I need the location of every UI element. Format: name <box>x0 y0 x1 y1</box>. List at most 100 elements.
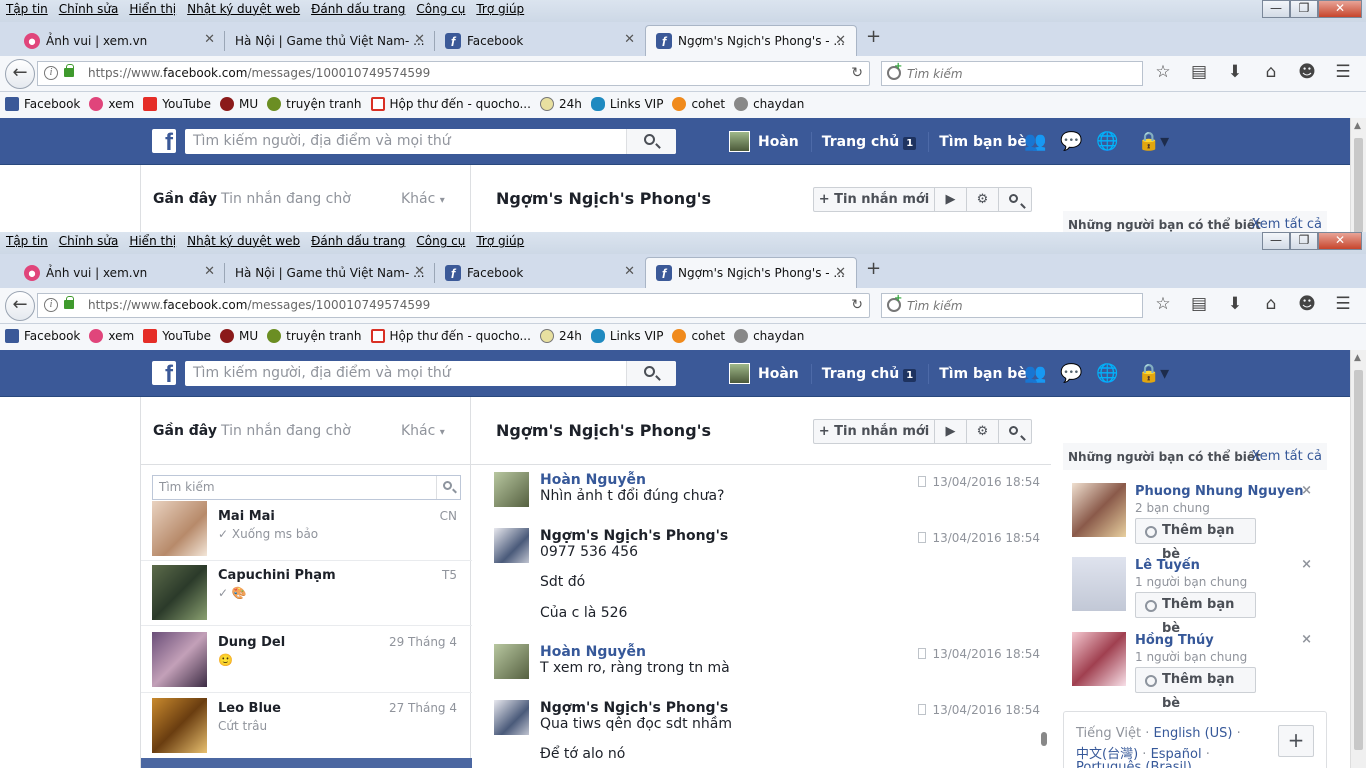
close-tab-icon[interactable]: ✕ <box>624 32 635 47</box>
facebook-search-input[interactable]: Tìm kiếm người, địa điểm và mọi thứ <box>185 129 676 154</box>
gear-icon[interactable]: ⚙ <box>967 420 999 443</box>
bookmark-item[interactable]: 24h <box>539 97 582 111</box>
url-text[interactable]: https://www.facebook.com/messages/100010… <box>88 66 430 80</box>
tab-messages-active[interactable]: f Ngợm's Ngịch's Phong's - ... ✕ <box>645 257 857 288</box>
add-friend-button[interactable]: Thêm bạn bè <box>1135 592 1256 636</box>
thread-list-item[interactable]: Dung Del 🙂 29 Tháng 4 <box>141 627 472 693</box>
scroll-up-icon[interactable]: ▲ <box>1354 121 1361 131</box>
facebook-search-button[interactable] <box>626 361 676 386</box>
close-tab-icon[interactable]: ✕ <box>835 265 846 280</box>
suggested-person-photo[interactable] <box>1072 557 1126 611</box>
bookmark-item[interactable]: Facebook <box>5 329 80 343</box>
new-tab-button[interactable]: + <box>866 26 881 47</box>
menu-bookmarks[interactable]: Đánh dấu trang <box>311 234 405 248</box>
menu-edit[interactable]: Chỉnh sửa <box>59 2 119 16</box>
home-link[interactable]: Trang chủ 1 <box>822 134 917 150</box>
bookmark-item[interactable]: MU <box>220 329 258 343</box>
close-tab-icon[interactable]: ✕ <box>204 264 215 279</box>
maximize-button[interactable]: ❐ <box>1290 232 1318 250</box>
suggested-person-photo[interactable] <box>1072 632 1126 686</box>
bookmark-item[interactable]: cohet <box>672 329 725 343</box>
bookmark-item[interactable]: Links VIP <box>590 329 663 343</box>
video-call-icon[interactable]: ▶ <box>935 188 967 211</box>
close-tab-icon[interactable]: ✕ <box>414 32 425 47</box>
user-avatar[interactable] <box>729 131 750 152</box>
friend-requests-icon[interactable]: 👥 <box>1023 363 1048 385</box>
url-bar[interactable]: i https://www.facebook.com/messages/1000… <box>37 61 870 86</box>
menu-history[interactable]: Nhật ký duyệt web <box>187 2 300 16</box>
hamburger-menu-icon[interactable]: ☰ <box>1332 62 1354 82</box>
library-icon[interactable]: ▤ <box>1188 294 1210 314</box>
info-icon[interactable]: i <box>44 298 58 312</box>
bookmark-item[interactable]: truyện tranh <box>267 329 362 343</box>
url-text[interactable]: https://www.facebook.com/messages/100010… <box>88 298 430 312</box>
suggested-person-name[interactable]: Lê Tuyến <box>1135 558 1200 573</box>
see-all-link[interactable]: Xem tất cả <box>1251 449 1322 464</box>
privacy-shortcuts-icon[interactable]: 🔒▾ <box>1131 363 1176 385</box>
bookmark-item[interactable]: xem <box>89 97 134 111</box>
sender-avatar[interactable] <box>494 528 529 563</box>
thread-list-item-selected[interactable] <box>141 758 472 768</box>
language-portuguese[interactable]: Português (Brasil) <box>1076 760 1192 768</box>
scroll-thumb[interactable] <box>1354 370 1363 750</box>
close-tab-icon[interactable]: ✕ <box>414 264 425 279</box>
menu-view[interactable]: Hiển thị <box>129 2 176 16</box>
back-button[interactable]: ← <box>5 291 35 321</box>
menu-view[interactable]: Hiển thị <box>129 234 176 248</box>
tab-facebook[interactable]: f Facebook ✕ <box>435 257 645 288</box>
gear-icon[interactable]: ⚙ <box>967 188 999 211</box>
mutual-friends[interactable]: 1 người bạn chung <box>1135 575 1247 589</box>
scroll-up-icon[interactable]: ▲ <box>1354 353 1361 363</box>
bookmark-star-icon[interactable]: ☆ <box>1152 294 1174 314</box>
suggested-person-photo[interactable] <box>1072 483 1126 537</box>
new-tab-button[interactable]: + <box>866 258 881 279</box>
messages-icon[interactable]: 💬 <box>1059 131 1084 153</box>
tab-recent[interactable]: Gần đây <box>153 191 217 207</box>
facebook-logo-icon[interactable]: f <box>152 129 176 156</box>
url-bar[interactable]: i https://www.facebook.com/messages/1000… <box>37 293 870 318</box>
bookmark-item[interactable]: YouTube <box>143 329 211 343</box>
close-window-button[interactable]: ✕ <box>1318 232 1362 250</box>
add-friend-button[interactable]: Thêm bạn bè <box>1135 667 1256 711</box>
add-language-button[interactable]: + <box>1278 725 1314 757</box>
bookmark-item[interactable]: YouTube <box>143 97 211 111</box>
lock-icon[interactable] <box>64 296 74 309</box>
user-avatar[interactable] <box>729 363 750 384</box>
search-conversation-button[interactable] <box>999 420 1031 443</box>
menu-file[interactable]: Tập tin <box>6 2 48 16</box>
close-tab-icon[interactable]: ✕ <box>204 32 215 47</box>
notifications-icon[interactable]: 🌐 <box>1095 363 1120 385</box>
thread-list-item[interactable]: Leo Blue Cứt trâu 27 Tháng 4 <box>141 693 472 759</box>
bookmark-item[interactable]: chaydan <box>734 97 804 111</box>
download-icon[interactable]: ⬇ <box>1224 294 1246 314</box>
close-tab-icon[interactable]: ✕ <box>835 33 846 48</box>
download-icon[interactable]: ⬇ <box>1224 62 1246 82</box>
hamburger-menu-icon[interactable]: ☰ <box>1332 294 1354 314</box>
video-call-icon[interactable]: ▶ <box>935 420 967 443</box>
dismiss-suggestion-icon[interactable]: × <box>1301 632 1312 647</box>
menu-history[interactable]: Nhật ký duyệt web <box>187 234 300 248</box>
sender-name[interactable]: Hoàn Nguyễn <box>540 472 646 488</box>
add-friend-button[interactable]: Thêm bạn bè <box>1135 518 1256 562</box>
library-icon[interactable]: ▤ <box>1188 62 1210 82</box>
menu-bookmarks[interactable]: Đánh dấu trang <box>311 2 405 16</box>
facebook-search-input[interactable]: Tìm kiếm người, địa điểm và mọi thứ <box>185 361 676 386</box>
menu-file[interactable]: Tập tin <box>6 234 48 248</box>
tab-messages-active[interactable]: f Ngợm's Ngịch's Phong's - ... ✕ <box>645 25 857 56</box>
scroll-thumb[interactable] <box>1354 138 1363 232</box>
dismiss-suggestion-icon[interactable]: × <box>1301 483 1312 498</box>
thread-search-button[interactable] <box>436 476 460 499</box>
tab-facebook[interactable]: f Facebook ✕ <box>435 25 645 56</box>
new-message-button[interactable]: + Tin nhắn mới <box>814 188 935 211</box>
thread-search-input[interactable]: Tìm kiếm <box>152 475 461 500</box>
find-friends-link[interactable]: Tìm bạn bè <box>939 366 1027 382</box>
tab-more[interactable]: Khác ▾ <box>401 191 445 207</box>
menu-tools[interactable]: Công cụ <box>416 2 465 16</box>
see-all-link[interactable]: Xem tất cả <box>1251 217 1322 232</box>
bookmark-item[interactable]: 24h <box>539 329 582 343</box>
facebook-search-button[interactable] <box>626 129 676 154</box>
mutual-friends[interactable]: 2 bạn chung <box>1135 501 1210 515</box>
tab-pending[interactable]: Tin nhắn đang chờ <box>221 423 351 439</box>
mutual-friends[interactable]: 1 người bạn chung <box>1135 650 1247 664</box>
new-message-button[interactable]: + Tin nhắn mới <box>814 420 935 443</box>
